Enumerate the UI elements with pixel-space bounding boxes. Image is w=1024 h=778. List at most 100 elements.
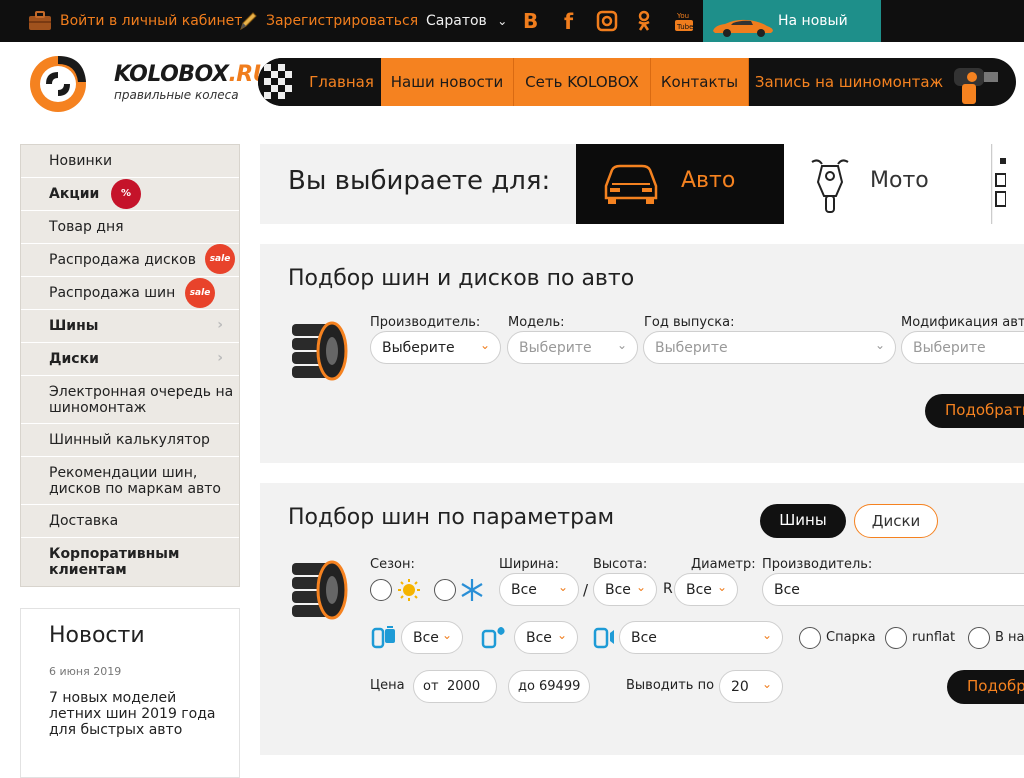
- in-stock-checkbox[interactable]: [968, 627, 990, 649]
- sidebar-item-promo[interactable]: Акции %: [21, 178, 239, 211]
- chevron-down-icon: ⌄: [874, 338, 885, 352]
- search-by-car-submit[interactable]: Подобрать: [925, 394, 1024, 428]
- runflat-checkbox[interactable]: [885, 627, 907, 649]
- sidebar-item-label: Распродажа дисков: [49, 252, 196, 268]
- twin-checkbox[interactable]: [799, 627, 821, 649]
- sidebar-item-recommendations[interactable]: Рекомендации шин, дисков по маркам авто: [21, 457, 239, 505]
- vehicle-tab-auto-label: Авто: [681, 168, 736, 193]
- percent-badge: %: [111, 179, 141, 209]
- sidebar-item-tires[interactable]: Шины ›: [21, 310, 239, 343]
- sidebar-item-label: Электронная очередь на шиномонтаж: [49, 384, 234, 416]
- chooser-title: Вы выбираете для:: [288, 166, 551, 196]
- modification-select-value: Выберите: [913, 340, 986, 356]
- sidebar-item-delivery[interactable]: Доставка: [21, 505, 239, 538]
- sale-badge: sale: [205, 244, 235, 274]
- checkered-flag-icon: [258, 58, 302, 106]
- new-site-link[interactable]: На новый сайт: [703, 0, 881, 71]
- vehicle-tab-moto[interactable]: Мото: [784, 144, 992, 224]
- diameter-label: Диаметр:: [691, 557, 756, 572]
- chevron-down-icon: ⌄: [716, 580, 727, 594]
- tires-stack-icon: [288, 559, 350, 625]
- year-label: Год выпуска:: [644, 315, 735, 330]
- sale-badge: sale: [185, 278, 215, 308]
- facebook-icon[interactable]: f: [562, 10, 576, 34]
- filter-3-select[interactable]: Все ⌄: [619, 621, 783, 654]
- nav-tire-service[interactable]: Запись на шиномонтаж: [749, 58, 949, 106]
- logo-text: KOLOBOX.RU: [114, 62, 271, 87]
- chevron-right-icon: ›: [217, 350, 223, 366]
- height-select[interactable]: Все ⌄: [593, 573, 657, 606]
- impact-wrench-icon: [948, 58, 1016, 106]
- sidebar-item-disks[interactable]: Диски ›: [21, 343, 239, 376]
- chevron-right-icon: ›: [217, 317, 223, 333]
- chevron-down-icon: ⌄: [441, 628, 452, 642]
- per-page-select[interactable]: 20 ⌄: [719, 670, 783, 703]
- nav-news[interactable]: Наши новости: [381, 58, 514, 106]
- sidebar-item-queue[interactable]: Электронная очередь на шиномонтаж: [21, 376, 239, 424]
- login-link[interactable]: Войти в личный кабинет: [60, 0, 242, 42]
- car-front-icon: [600, 160, 662, 210]
- tab-disks[interactable]: Диски: [854, 504, 938, 538]
- submit-label: Подобрать: [945, 401, 1024, 419]
- site-logo[interactable]: KOLOBOX.RU правильные колеса: [20, 54, 271, 114]
- nav-network[interactable]: Сеть KOLOBOX: [514, 58, 651, 106]
- instagram-icon[interactable]: [596, 10, 618, 32]
- register-link[interactable]: Зарегистрироваться: [266, 0, 418, 42]
- news-link[interactable]: 7 новых моделей летних шин 2019 года для…: [49, 690, 219, 738]
- price-from-input[interactable]: от 2000: [413, 670, 497, 703]
- search-by-params-title: Подбор шин по параметрам: [288, 505, 615, 530]
- noise-icon: [592, 623, 620, 655]
- chevron-down-icon: ⌄: [497, 14, 508, 28]
- in-stock-label: В нал: [995, 630, 1024, 645]
- maker-label: Производитель:: [370, 315, 481, 330]
- season-summer-radio[interactable]: [370, 579, 392, 601]
- svg-text:You: You: [676, 12, 689, 20]
- sidebar-item-disk-sale[interactable]: Распродажа дисков sale: [21, 244, 239, 277]
- price-to-input[interactable]: до 69499: [508, 670, 590, 703]
- sidebar-item-tire-sale[interactable]: Распродажа шин sale: [21, 277, 239, 310]
- sidebar-menu: Новинки Акции % Товар дня Распродажа дис…: [20, 144, 240, 587]
- year-select[interactable]: Выберите ⌄: [643, 331, 896, 364]
- maker-select[interactable]: Выберите ⌄: [370, 331, 501, 364]
- motorcycle-icon: [808, 156, 852, 218]
- tire-maker-label: Производитель:: [762, 557, 873, 572]
- tab-tires[interactable]: Шины: [760, 504, 846, 538]
- vk-icon[interactable]: B: [522, 9, 540, 33]
- city-selector[interactable]: Саратов ⌄: [426, 0, 507, 42]
- sidebar-item-label: Диски: [49, 351, 99, 367]
- fuel-efficiency-icon: [370, 623, 398, 655]
- sidebar-item-deal-of-day[interactable]: Товар дня: [21, 211, 239, 244]
- modification-select[interactable]: Выберите: [901, 331, 1024, 364]
- sidebar-item-label: Доставка: [49, 513, 119, 529]
- youtube-icon[interactable]: You Tube: [674, 10, 694, 32]
- per-page-label: Выводить по: [626, 678, 715, 693]
- sidebar-item-calculator[interactable]: Шинный калькулятор: [21, 424, 239, 457]
- price-from-prefix: от: [423, 679, 439, 694]
- slash-separator: /: [583, 581, 589, 599]
- submit-label: Подобр: [967, 677, 1024, 695]
- diameter-select-value: Все: [686, 582, 712, 598]
- nav-contacts[interactable]: Контакты: [651, 58, 749, 106]
- nav-home[interactable]: Главная: [302, 58, 381, 106]
- model-label: Модель:: [508, 315, 565, 330]
- sidebar-item-corporate[interactable]: Корпоративным клиентам: [21, 538, 239, 586]
- season-winter-radio[interactable]: [434, 579, 456, 601]
- diameter-select[interactable]: Все ⌄: [674, 573, 738, 606]
- filter-2-value: Все: [526, 630, 552, 646]
- odnoklassniki-icon[interactable]: [636, 10, 652, 32]
- filter-1-select[interactable]: Все ⌄: [401, 621, 463, 654]
- search-by-params-submit[interactable]: Подобр: [947, 670, 1024, 704]
- svg-text:f: f: [564, 10, 574, 32]
- search-by-car-panel: Подбор шин и дисков по авто Производител…: [260, 244, 1024, 463]
- vehicle-tab-more[interactable]: [993, 144, 1024, 224]
- model-select[interactable]: Выберите ⌄: [507, 331, 638, 364]
- tire-maker-select[interactable]: Все: [762, 573, 1024, 606]
- sidebar-item-new[interactable]: Новинки: [21, 145, 239, 178]
- width-select[interactable]: Все ⌄: [499, 573, 579, 606]
- filter-2-select[interactable]: Все ⌄: [514, 621, 578, 654]
- vehicle-tab-auto[interactable]: Авто: [576, 144, 784, 224]
- logo-tagline: правильные колеса: [114, 88, 239, 102]
- per-page-value: 20: [731, 679, 749, 695]
- vehicle-tab-moto-label: Мото: [870, 168, 929, 193]
- chevron-down-icon: ⌄: [479, 338, 490, 352]
